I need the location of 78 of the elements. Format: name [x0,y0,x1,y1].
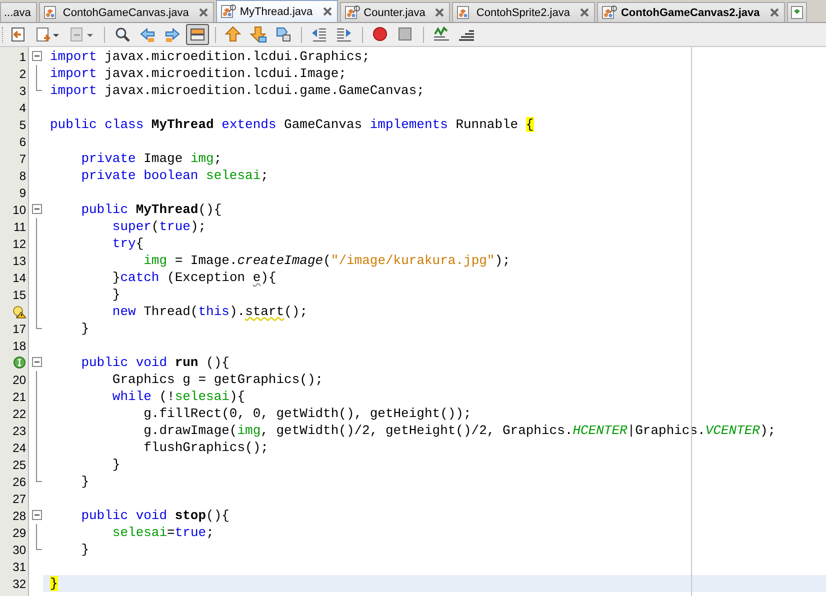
code-line: g.fillRect(0, 0, getWidth(), getHeight()); [142,406,472,421]
line-number: 10 [12,202,26,216]
line-number: 8 [19,168,26,182]
editor-tab[interactable]: ContohSprite2.java [452,2,595,22]
java-file-icon [600,5,617,20]
code-line: }catch (Exception e){ [111,270,276,285]
code-line: private Image img; [80,151,222,166]
close-icon[interactable] [770,8,779,17]
fold-toggle-icon[interactable] [32,357,42,367]
line-number: 28 [12,508,26,522]
editor-tab[interactable]: MyThread.java [216,0,338,22]
java-file-icon [220,4,236,19]
line-number: 9 [19,186,26,200]
line-number: 6 [19,134,26,148]
editor-tab[interactable] [786,2,807,22]
code-line: } [111,287,120,302]
line-number: 14 [12,270,26,284]
code-line: try{ [111,236,144,251]
line-number: 7 [19,152,26,166]
line-number: 15 [12,288,26,302]
close-icon[interactable] [198,8,208,17]
line-number: 12 [12,236,26,250]
line-number: 22 [12,406,26,420]
line-number: 20 [12,372,26,386]
code-line: public void stop(){ [80,508,230,523]
code-line: } [80,321,90,336]
implements-icon[interactable] [13,356,26,369]
line-number: 31 [12,560,26,574]
close-icon[interactable] [435,8,444,17]
code-line: Graphics g = getGraphics(); [111,372,324,387]
code-line: super(true); [111,219,206,234]
line-number: 24 [12,440,26,454]
line-number: 11 [14,220,26,234]
fold-toggle-icon[interactable] [32,510,42,520]
fold-toggle-icon[interactable] [32,51,42,61]
line-number: 32 [12,576,26,590]
line-number: 5 [19,118,26,132]
code-line: public class MyThread extends GameCanvas implements Runnable { [50,117,534,132]
code-line: img = Image.createImage("/image/kurakura.jpg"); [142,253,510,268]
editor-tab[interactable]: ...ava [0,2,37,22]
code-line: } [80,474,90,489]
code-line: import javax.microedition.lcdui.Image; [50,66,346,81]
line-number: 13 [12,254,26,268]
close-icon[interactable] [322,7,332,16]
close-icon[interactable] [580,8,589,17]
editor-tab[interactable]: ContohGameCanvas2.java [596,2,785,22]
line-number: 18 [12,338,26,352]
code-line: selesai=true; [111,525,214,540]
code-line: private boolean selesai; [80,168,268,183]
code-line: public void run (){ [80,355,230,370]
code-line: public MyThread(){ [80,202,222,217]
line-number: 1 [19,50,26,64]
code-line: flushGraphics(); [142,440,268,455]
lightbulb-warning-icon[interactable] [12,304,26,318]
line-number: 26 [12,474,26,488]
line-number: 3 [19,84,26,98]
fold-toggle-icon[interactable] [32,204,42,214]
editor-tab[interactable]: Counter.java [340,2,450,22]
code-line: import javax.microedition.lcdui.game.GameCanvas; [50,83,424,98]
java-file-icon [42,5,59,20]
line-number: 29 [12,526,26,540]
line-number: 2 [19,66,26,80]
code-line: new Thread(this).start(); [111,304,308,319]
code-line: import javax.microedition.lcdui.Graphics; [50,49,370,64]
code-line: g.drawImage(img, getWidth()/2, getHeight()/2, Graphics.HCENTER|Graphics.VCENTER); [142,423,776,438]
java-file-icon [344,5,360,20]
line-number: 23 [12,424,26,438]
java-file-icon [790,5,804,20]
code-line: while (!selesai){ [111,389,246,404]
line-number: 21 [12,390,26,404]
line-number: 30 [12,542,26,556]
code-line: } [80,542,90,557]
line-number: 25 [12,458,26,472]
line-number: 4 [19,100,26,114]
code-line: } [111,457,120,472]
editor-tab[interactable]: ContohGameCanvas.java [38,2,214,22]
line-number: 27 [12,492,26,506]
line-number: 17 [12,322,26,336]
